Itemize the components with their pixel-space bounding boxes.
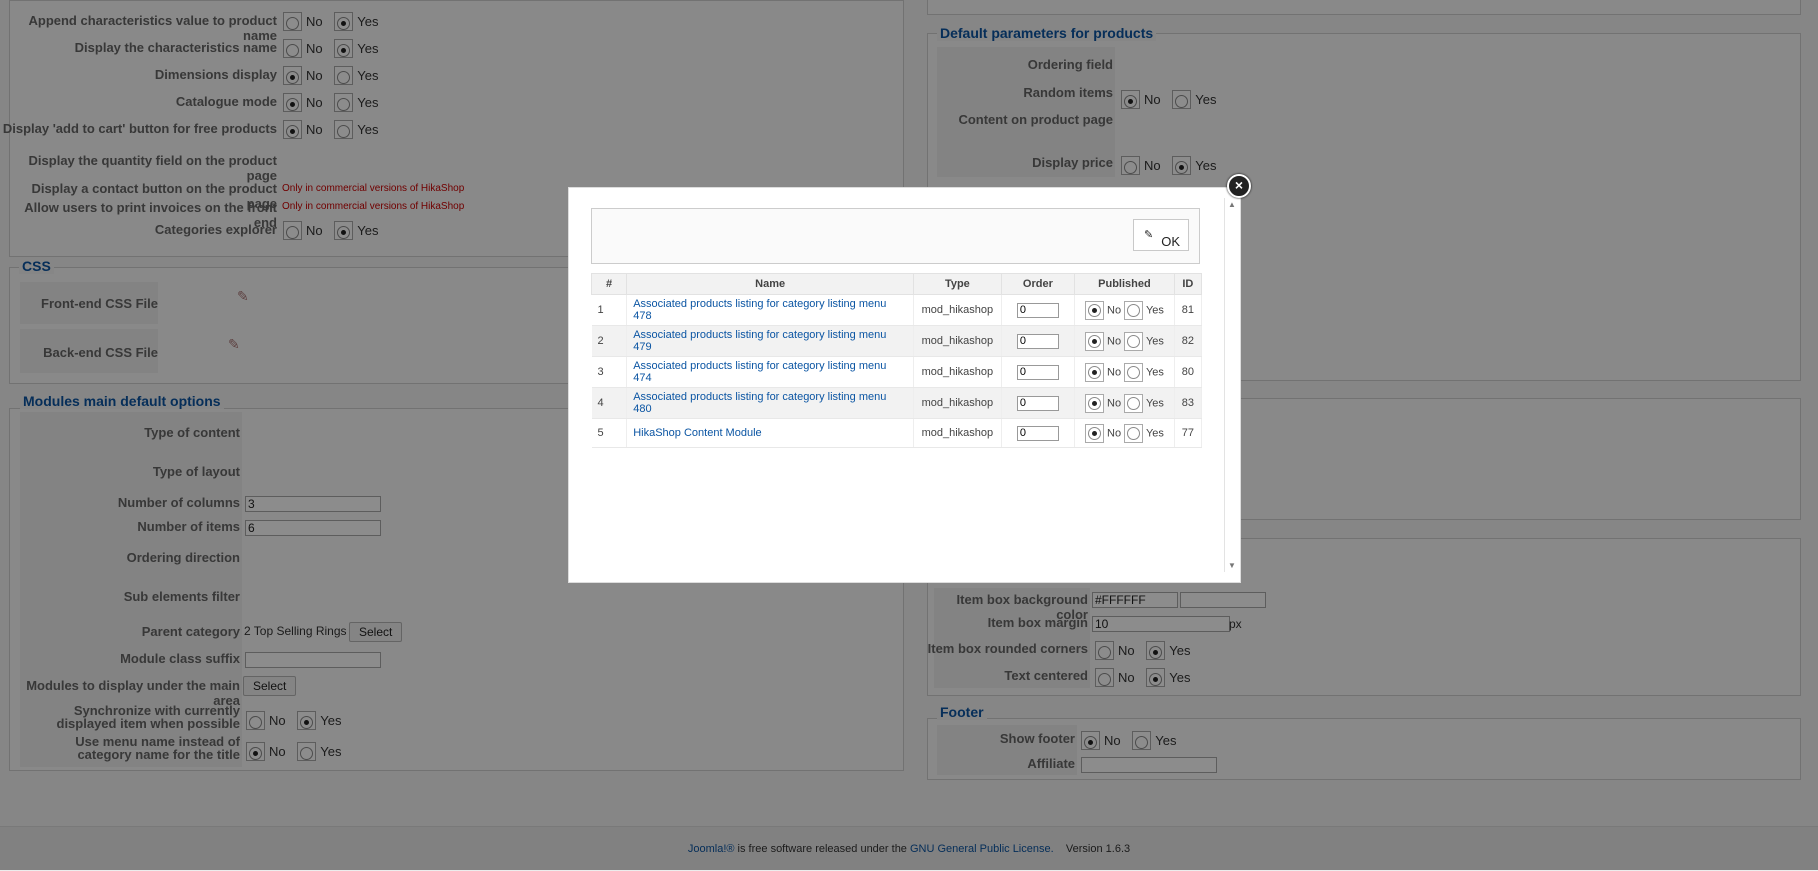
table-row: 4 Associated products listing for catego… (591, 387, 1203, 419)
module-link[interactable]: Associated products listing for category… (633, 329, 886, 353)
published-radio[interactable]: No Yes (1074, 387, 1175, 419)
ok-button[interactable]: ✎ OK (1133, 219, 1189, 251)
published-radio[interactable]: No Yes (1074, 418, 1175, 448)
modules-table: # Name Type Order Published ID 1 Associa… (590, 273, 1203, 448)
order-input[interactable] (1016, 395, 1059, 411)
close-icon[interactable]: × (1227, 174, 1251, 198)
col-name[interactable]: Name (626, 273, 915, 295)
order-input[interactable] (1016, 425, 1059, 441)
modal-scrollbar[interactable]: ▲ ▼ (1224, 198, 1240, 572)
published-radio[interactable]: No Yes (1074, 294, 1175, 326)
col-type[interactable]: Type (913, 273, 1002, 295)
published-radio[interactable]: No Yes (1074, 325, 1175, 357)
module-link[interactable]: Associated products listing for category… (633, 391, 886, 415)
col-num: # (590, 273, 628, 295)
table-row: 3 Associated products listing for catego… (591, 356, 1203, 388)
module-link[interactable]: HikaShop Content Module (633, 427, 761, 439)
col-order[interactable]: Order (1000, 273, 1076, 295)
table-row: 5 HikaShop Content Module mod_hikashop N… (591, 418, 1203, 448)
order-input[interactable] (1016, 364, 1059, 380)
modal-toolbar: ✎ OK (591, 208, 1200, 264)
module-selection-modal: ✎ OK # Name Type Order Published ID 1 As… (568, 187, 1241, 583)
table-row: 2 Associated products listing for catego… (591, 325, 1203, 357)
order-input[interactable] (1016, 302, 1059, 318)
table-row: 1 Associated products listing for catego… (591, 294, 1203, 326)
col-published[interactable]: Published (1074, 273, 1175, 295)
scroll-down-icon[interactable]: ▼ (1228, 561, 1236, 570)
module-link[interactable]: Associated products listing for category… (633, 298, 886, 322)
published-radio[interactable]: No Yes (1074, 356, 1175, 388)
module-link[interactable]: Associated products listing for category… (633, 360, 886, 384)
order-input[interactable] (1016, 333, 1059, 349)
scroll-up-icon[interactable]: ▲ (1228, 200, 1236, 209)
save-icon: ✎ (1144, 229, 1154, 241)
col-id[interactable]: ID (1173, 273, 1203, 295)
